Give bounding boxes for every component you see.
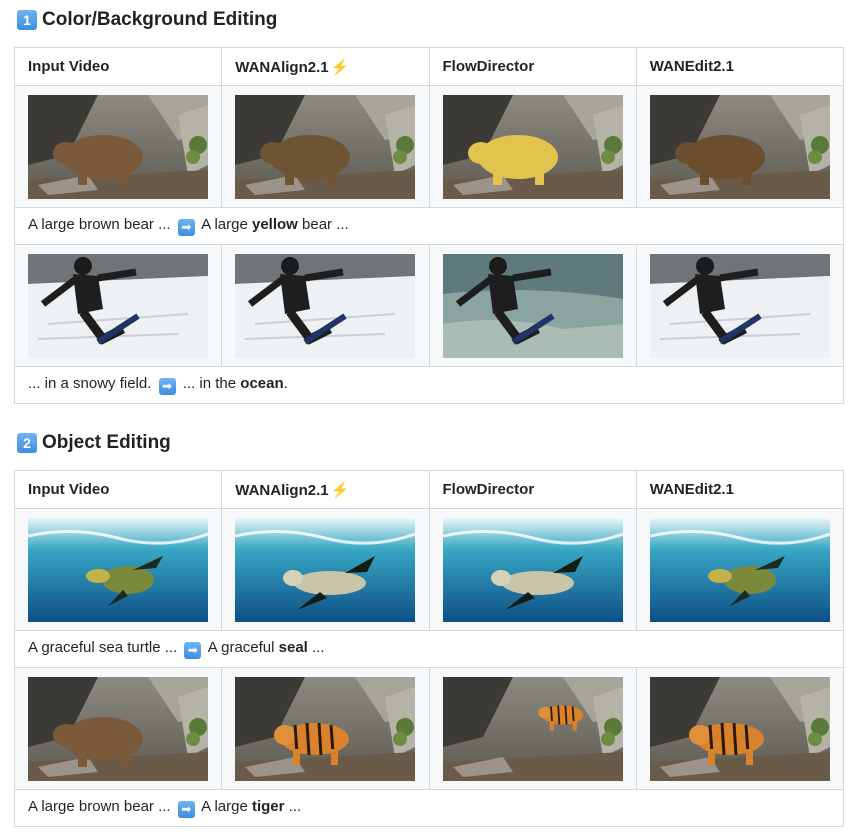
video-frame-image [235,676,416,781]
video-thumbnail[interactable] [649,517,830,622]
video-cell [635,244,845,367]
video-frame-image [442,253,623,358]
video-cell [13,85,223,208]
column-header: FlowDirector [428,470,637,509]
edit-caption: ... in a snowy field. ➡ ... in the ocean… [14,366,844,404]
table-header-row: Input Video WANAlign2.1 ⚡ FlowDirector WA… [13,470,845,509]
caption-row: A graceful sea turtle ... ➡ A graceful s… [14,630,844,668]
comparison-table-object: Input Video WANAlign2.1 ⚡ FlowDirector WA… [13,470,845,827]
video-thumbnail[interactable] [28,253,208,358]
caption-row: A large brown bear ... ➡ A large tiger .… [14,789,844,827]
right-arrow-icon: ➡ [177,219,195,236]
number-two-icon: 2 [17,433,37,453]
video-cell [428,85,637,208]
video-cell [221,244,430,367]
video-cell [13,508,223,631]
video-thumbnail[interactable] [442,517,623,622]
video-thumbnail[interactable] [235,676,416,781]
video-cell [635,508,845,631]
video-thumbnail[interactable] [649,676,830,781]
image-row [13,85,845,208]
video-cell [221,667,430,790]
comparison-table-color: Input Video WANAlign2.1 ⚡ FlowDirector WA… [13,47,845,404]
right-arrow-icon: ➡ [158,378,176,395]
video-frame-image [649,94,830,199]
video-frame-image [442,517,623,622]
edit-caption: A large brown bear ... ➡ A large yellow … [14,207,844,245]
video-cell [221,508,430,631]
video-thumbnail[interactable] [28,517,208,622]
edit-caption: A graceful sea turtle ... ➡ A graceful s… [14,630,844,668]
image-row [13,667,845,790]
section-heading: Object Editing [42,432,171,453]
video-frame-image [28,676,208,781]
video-frame-image [235,517,416,622]
image-row [13,244,845,367]
video-frame-image [442,676,623,781]
edit-caption: A large brown bear ... ➡ A large tiger .… [14,789,844,827]
section-title-object-editing: 2 Object Editing [17,432,171,454]
section-heading: Color/Background Editing [42,9,278,30]
video-cell [221,85,430,208]
video-frame-image [649,517,830,622]
video-frame-image [649,676,830,781]
right-arrow-icon: ➡ [177,801,195,818]
video-frame-image [28,253,208,358]
video-thumbnail[interactable] [235,94,416,199]
video-cell [13,244,223,367]
video-cell [13,667,223,790]
caption-row: A large brown bear ... ➡ A large yellow … [14,207,844,245]
number-one-icon: 1 [17,10,37,30]
video-cell [428,244,637,367]
video-frame-image [649,253,830,358]
column-header: Input Video [13,470,223,509]
column-header: WANAlign2.1 ⚡ [221,47,430,86]
video-frame-image [235,94,416,199]
table-header-row: Input Video WANAlign2.1 ⚡ FlowDirector WA… [13,47,845,86]
video-thumbnail[interactable] [442,94,623,199]
video-thumbnail[interactable] [235,253,416,358]
column-header: WANEdit2.1 [635,470,845,509]
column-header: FlowDirector [428,47,637,86]
image-row [13,508,845,631]
video-cell [635,85,845,208]
video-thumbnail[interactable] [28,94,208,199]
caption-row: ... in a snowy field. ➡ ... in the ocean… [14,366,844,404]
lightning-icon: ⚡ [330,481,350,499]
column-header: WANEdit2.1 [635,47,845,86]
column-header: Input Video [13,47,223,86]
video-thumbnail[interactable] [649,253,830,358]
video-frame-image [28,94,208,199]
video-frame-image [442,94,623,199]
video-cell [428,667,637,790]
video-frame-image [28,517,208,622]
section-title-color-background: 1 Color/Background Editing [17,9,277,31]
right-arrow-icon: ➡ [184,642,202,659]
video-frame-image [235,253,416,358]
lightning-icon: ⚡ [330,58,350,76]
column-header: WANAlign2.1 ⚡ [221,470,430,509]
video-cell [428,508,637,631]
video-cell [635,667,845,790]
video-thumbnail[interactable] [28,676,208,781]
video-thumbnail[interactable] [649,94,830,199]
video-thumbnail[interactable] [235,517,416,622]
video-thumbnail[interactable] [442,253,623,358]
video-thumbnail[interactable] [442,676,623,781]
